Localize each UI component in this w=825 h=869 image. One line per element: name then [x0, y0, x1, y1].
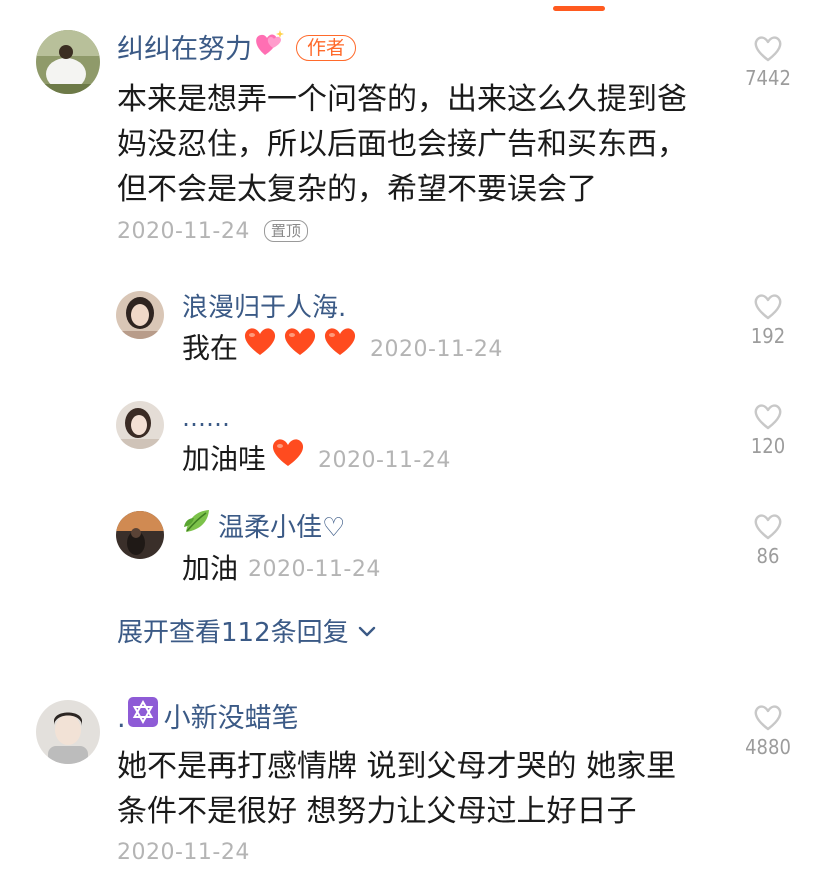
reply-text-row: 加油 2020-11-24 [182, 549, 381, 592]
like-count: 7442 [745, 66, 791, 90]
reply-username[interactable]: 浪漫归于人海. [182, 291, 346, 325]
reply-text-row: 加油哇 2020-11-24 [182, 439, 451, 483]
comment-text: 她不是再打感情牌 说到父母才哭的 她家里 条件不是很好 想努力让父母过上好日子 [117, 744, 676, 834]
like-button[interactable]: 4880 [728, 703, 808, 759]
reply-text: 加油 [182, 552, 239, 585]
comment-meta: 2020-11-24 置顶 [117, 219, 308, 244]
like-count: 4880 [745, 735, 791, 759]
avatar[interactable] [116, 511, 164, 559]
comment-date: 2020-11-24 [117, 840, 250, 865]
reply-text-row: 我在 2020-11-24 [182, 328, 503, 372]
comment-username[interactable]: . 小新没蜡笔 [117, 697, 299, 739]
avatar[interactable] [36, 700, 100, 764]
comment-text-line: 但不会是太复杂的，希望不要误会了 [117, 172, 597, 207]
avatar[interactable] [116, 291, 164, 339]
reply-text: 加油哇 [182, 442, 267, 476]
sparkling-heart-icon [252, 28, 286, 67]
herb-leaf-icon [182, 507, 212, 544]
comment-meta: 2020-11-24 [117, 840, 250, 865]
heart-emoji-icon [242, 325, 278, 368]
like-count: 120 [750, 434, 786, 458]
comment-date: 2020-11-24 [117, 219, 250, 244]
heart-emoji-icon [322, 325, 358, 368]
reply-date: 2020-11-24 [318, 447, 451, 473]
chevron-down-icon [357, 616, 377, 646]
username-text[interactable]: 温柔小佳♡ [218, 513, 345, 543]
like-button[interactable]: 192 [728, 292, 808, 348]
heart-outline-icon [754, 294, 782, 320]
comment-text-line: 条件不是很好 想努力让父母过上好日子 [117, 794, 637, 829]
comment-text-line: 她不是再打感情牌 说到父母才哭的 她家里 [117, 749, 677, 784]
username-prefix: . [117, 703, 126, 734]
avatar[interactable] [36, 30, 100, 94]
reply-username[interactable]: 温柔小佳♡ [182, 510, 345, 547]
like-button[interactable]: 120 [728, 402, 808, 458]
username-text[interactable]: 纠纠在努力 [117, 34, 252, 65]
heart-outline-icon [754, 514, 782, 540]
author-tag: 作者 [296, 34, 357, 61]
like-button[interactable]: 86 [728, 512, 808, 568]
reply-text: 我在 [182, 331, 239, 365]
username-text[interactable]: 小新没蜡笔 [164, 703, 299, 734]
comment-text: 本来是想弄一个问答的，出来这么久提到爸 妈没忍住，所以后面也会接广告和买东西， … [117, 77, 687, 212]
heart-outline-icon [754, 705, 782, 731]
expand-replies-label[interactable]: 展开查看112条回复 [117, 618, 349, 648]
like-button[interactable]: 7442 [728, 34, 808, 90]
reply-date: 2020-11-24 [370, 336, 503, 362]
comment-text-line: 本来是想弄一个问答的，出来这么久提到爸 [117, 82, 687, 117]
reply-date: 2020-11-24 [248, 557, 381, 582]
like-count: 86 [756, 544, 780, 568]
star-of-david-icon [127, 697, 158, 736]
heart-outline-icon [754, 404, 782, 430]
heart-outline-icon [754, 36, 782, 62]
pinned-tag: 置顶 [263, 220, 308, 242]
expand-replies-button[interactable]: 展开查看112条回复 [117, 612, 377, 649]
avatar[interactable] [116, 401, 164, 449]
heart-emoji-icon [270, 436, 306, 479]
comment-text-line: 妈没忍住，所以后面也会接广告和买东西， [117, 127, 687, 162]
heart-emoji-icon [282, 325, 318, 368]
like-count: 192 [750, 324, 786, 348]
comment-username[interactable]: 纠纠在努力 作者 [117, 28, 357, 70]
reply-username[interactable]: …… [182, 401, 230, 435]
tab-indicator [553, 6, 605, 11]
